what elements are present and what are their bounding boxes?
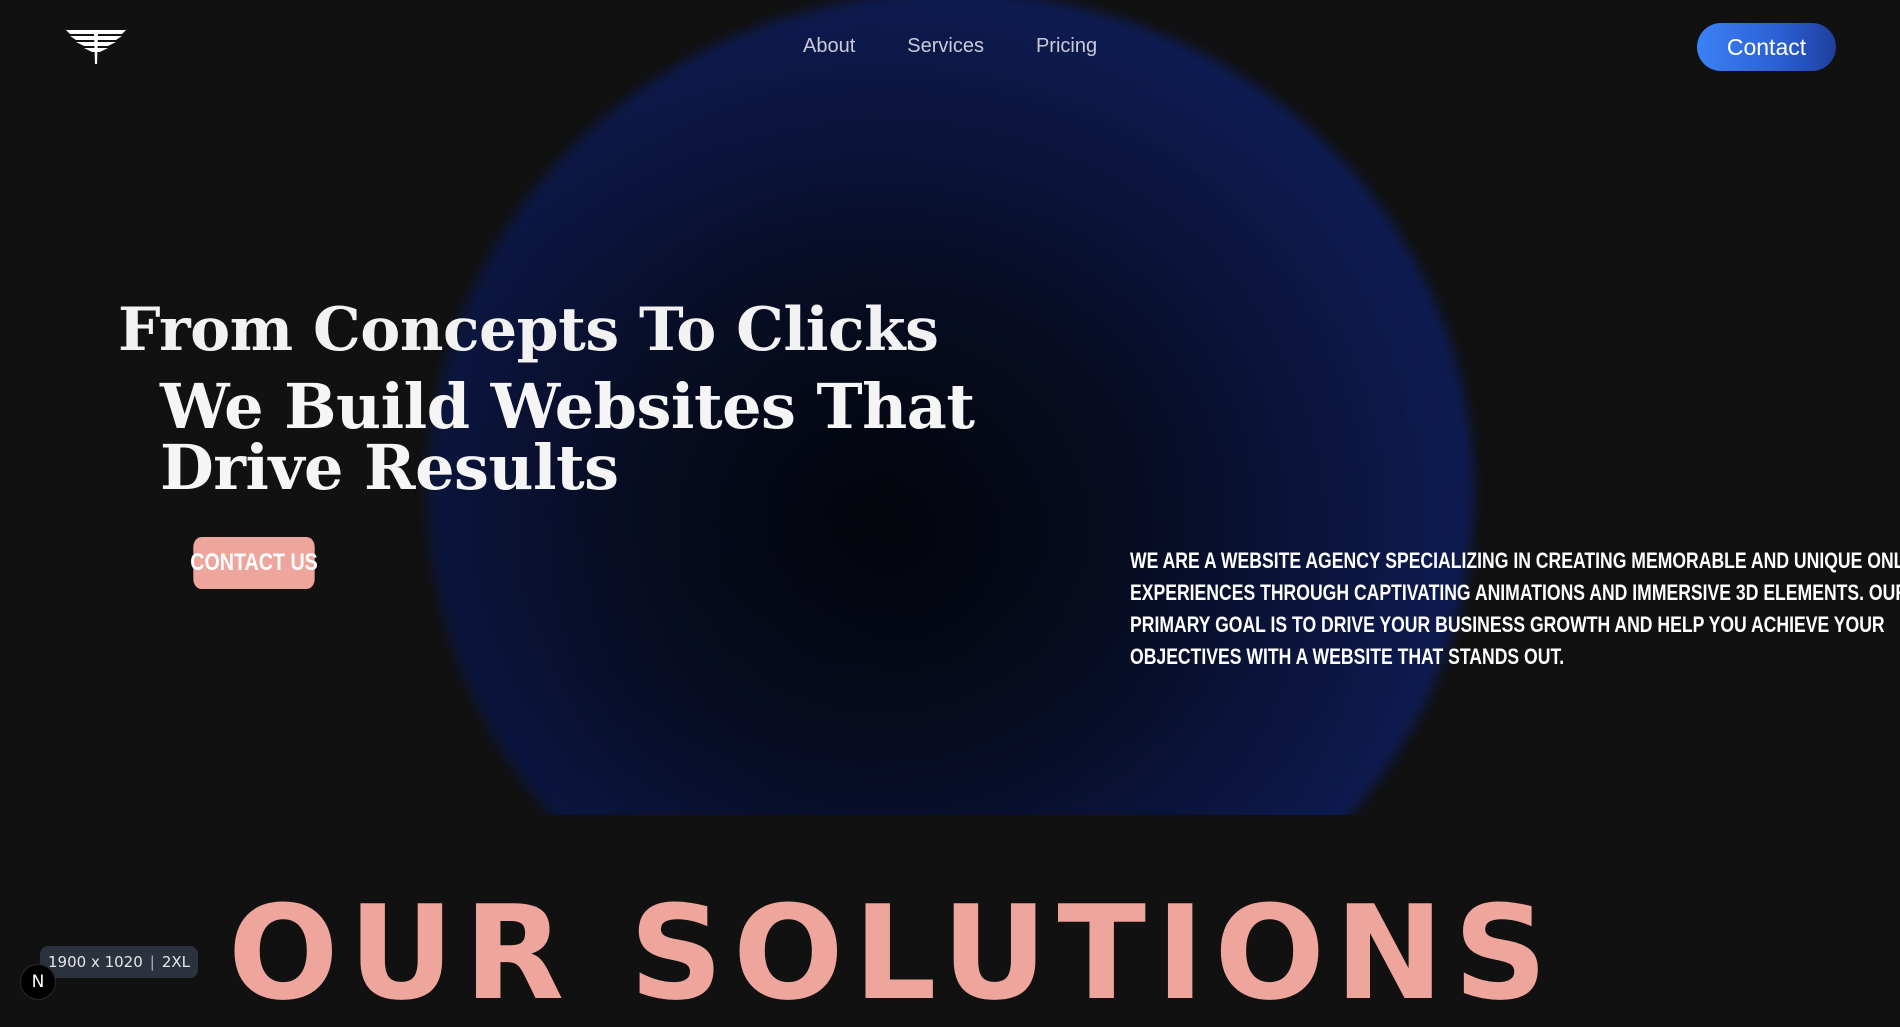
hero-headline-line2: Drive Results: [160, 431, 619, 504]
viewport-size-label: 1900 x 1020: [48, 953, 143, 971]
nav-links: About Services Pricing: [803, 35, 1097, 58]
contact-us-button[interactable]: CONTACT US: [190, 537, 318, 589]
nav-link-about[interactable]: About: [803, 35, 855, 58]
breakpoint-label: 2XL: [161, 953, 191, 971]
hero-tagline: From Concepts To Clicks: [118, 295, 939, 365]
nav-link-services[interactable]: Services: [907, 35, 984, 58]
top-nav: About Services Pricing Contact: [0, 0, 1900, 94]
nav-link-pricing[interactable]: Pricing: [1036, 35, 1097, 58]
viewport-size-badge: 1900 x 1020 | 2XL: [40, 946, 199, 978]
agency-description-line: We are a website agency specializing in …: [1130, 548, 1900, 573]
agency-description-line: experiences through captivating animatio…: [1130, 580, 1900, 605]
agency-description-line: primary goal is to drive your business g…: [1130, 612, 1885, 637]
landing-page: About Services Pricing Contact From Conc…: [0, 0, 1900, 1027]
winged-logo-icon[interactable]: [64, 26, 128, 66]
contact-button[interactable]: Contact: [1697, 23, 1836, 71]
badge-separator: |: [149, 953, 155, 971]
agency-description: We are a website agency specializing in …: [1130, 545, 1900, 673]
nextjs-logo-icon[interactable]: N: [20, 964, 56, 1000]
agency-description-line: objectives with a website that stands ou…: [1130, 644, 1565, 669]
solutions-heading: OUR SOLUTIONS: [228, 877, 1558, 1027]
hero-headline-line1: We Build Websites That: [160, 370, 975, 443]
